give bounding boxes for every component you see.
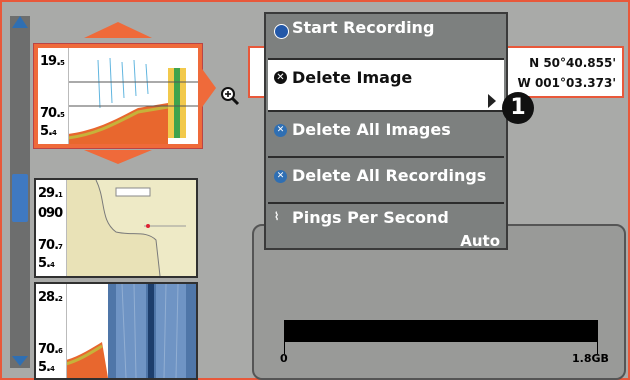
submenu-arrow-icon (488, 94, 496, 108)
menu-item-label: Delete Image (292, 68, 413, 87)
thumbnail-side-imaging[interactable]: 28.2 70.6 5.4 (34, 282, 198, 380)
record-dot-icon (274, 24, 289, 39)
scroll-down-arrow-icon[interactable] (12, 356, 28, 366)
scroll-thumb[interactable] (12, 174, 28, 222)
image-viewer-screen: 19.5 70.5 5.4 29.1 090 70.7 5.4 28.2 70.… (0, 0, 630, 380)
thumbnail-chart[interactable]: 29.1 090 70.7 5.4 (34, 178, 198, 278)
reading-value: 70.7 (38, 238, 63, 253)
reading-value: 70.6 (38, 342, 63, 357)
reading-value: 5.4 (38, 256, 55, 271)
storage-max-label: 1.8GB (572, 352, 609, 365)
chart-readout-panel: 29.1 090 70.7 5.4 (36, 180, 67, 276)
storage-usage-bar (284, 320, 598, 342)
nav-right-arrow-icon[interactable] (200, 66, 216, 110)
menu-item-label: Delete All Images (292, 120, 451, 139)
menu-item-label: Delete All Recordings (292, 166, 487, 185)
delete-multi-icon: ✕ (274, 124, 287, 137)
reading-value: 19.5 (40, 54, 65, 69)
reading-value: 5.4 (40, 124, 57, 139)
menu-item-start-recording[interactable]: Start Recording (268, 14, 504, 56)
menu-item-delete-all-recordings[interactable]: ✕ Delete All Recordings (268, 156, 504, 202)
latitude-text: N 50°40.855' (529, 56, 616, 70)
thumbnail-scrollbar[interactable] (10, 16, 30, 368)
menu-item-label: Start Recording (292, 18, 435, 37)
sonar-readout-panel: 19.5 70.5 5.4 (38, 48, 69, 144)
storage-min-label: 0 (280, 352, 288, 365)
ping-icon: ⌇ (274, 210, 280, 223)
longitude-text: W 001°03.373' (517, 76, 616, 90)
menu-item-delete-all-images[interactable]: ✕ Delete All Images (268, 110, 504, 156)
reading-value: 28.2 (38, 290, 63, 305)
reading-value: 5.4 (38, 360, 55, 375)
scroll-up-arrow-icon[interactable] (12, 16, 28, 28)
nav-up-arrow-icon[interactable] (84, 22, 152, 38)
pings-per-second-value: Auto (460, 232, 500, 250)
menu-item-pings-per-second[interactable]: ⌇ Pings Per Second Auto (268, 202, 504, 250)
image-menu: Start Recording ✕ Delete Image ✕ Delete … (264, 12, 508, 250)
reading-value: 70.5 (40, 106, 65, 121)
reading-value: 29.1 (38, 186, 63, 201)
zoom-in-icon[interactable] (220, 86, 240, 106)
nav-down-arrow-icon[interactable] (84, 150, 152, 164)
reading-value: 090 (38, 206, 63, 221)
menu-item-delete-image[interactable]: ✕ Delete Image (268, 58, 504, 110)
menu-item-label: Pings Per Second (292, 208, 449, 227)
delete-multi-icon: ✕ (274, 170, 287, 183)
thumbnail-sonar-selected[interactable]: 19.5 70.5 5.4 (34, 44, 202, 148)
delete-x-icon: ✕ (274, 71, 287, 84)
callout-number-badge: 1 (502, 92, 534, 124)
side-imaging-readout-panel: 28.2 70.6 5.4 (36, 284, 67, 378)
